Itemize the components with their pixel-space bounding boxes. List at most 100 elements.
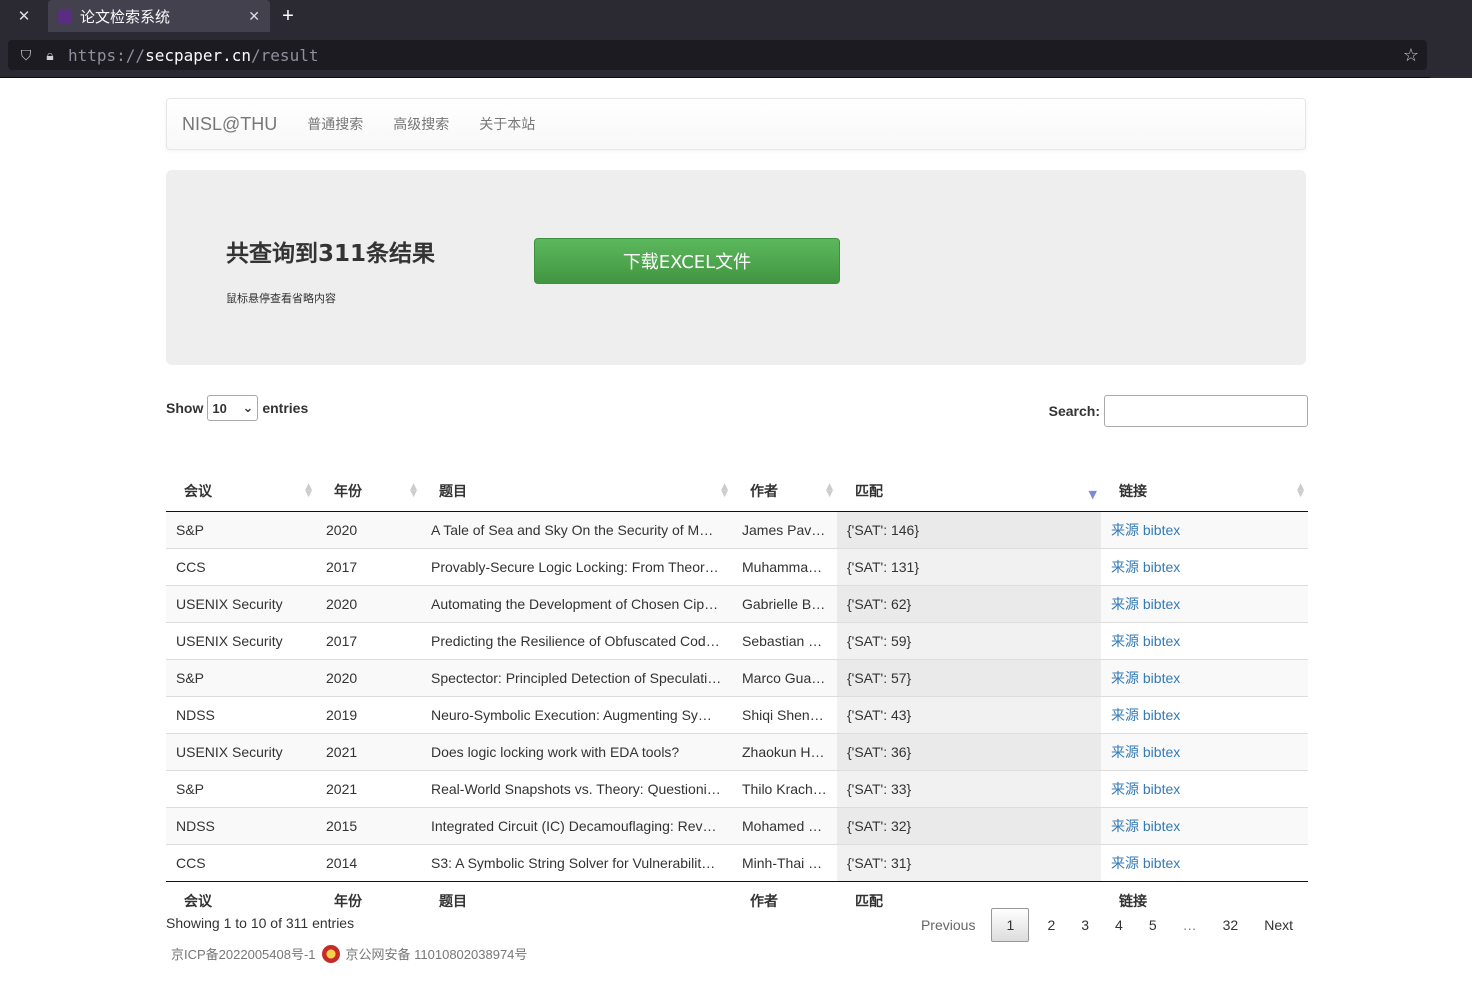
page-button-5[interactable]: 5: [1136, 917, 1170, 933]
cell-author: Muhamma…: [732, 547, 837, 585]
column-header-match[interactable]: 匹配 ▼: [837, 471, 1101, 512]
source-link[interactable]: 来源: [1111, 855, 1139, 871]
page-button-2[interactable]: 2: [1034, 917, 1068, 933]
cell-links: 来源 bibtex: [1101, 510, 1308, 548]
favicon-icon: [58, 9, 72, 23]
nav-link-about[interactable]: 关于本站: [479, 114, 535, 134]
shield-icon[interactable]: ⛉: [16, 47, 36, 64]
results-table: 会议 ▲ ▼ 年份 ▲ ▼ 题目 ▲ ▼ 作者 ▲ ▼ 匹配 ▼ 链接 ▲ ▼ S&P 2020 A Ta…: [166, 471, 1308, 921]
cell-match: {'SAT': 62}: [837, 584, 1101, 622]
next-button[interactable]: Next: [1251, 917, 1306, 933]
cell-match: {'SAT': 36}: [837, 732, 1101, 770]
bibtex-link[interactable]: bibtex: [1143, 670, 1180, 686]
bibtex-link[interactable]: bibtex: [1143, 522, 1180, 538]
cell-match: {'SAT': 57}: [837, 658, 1101, 696]
table-row: USENIX Security 2020 Automating the Develo…: [166, 584, 1308, 622]
browser-tabbar: ✕ 论文检索系统 ✕ +: [0, 0, 1472, 32]
source-link[interactable]: 来源: [1111, 559, 1139, 575]
new-tab-icon[interactable]: +: [270, 0, 306, 32]
previous-button[interactable]: Previous: [908, 917, 988, 933]
page-button-32[interactable]: 32: [1210, 917, 1252, 933]
cell-match: {'SAT': 32}: [837, 806, 1101, 844]
bookmark-star-icon[interactable]: ☆: [1403, 45, 1419, 66]
table-row: S&P 2021 Real-World Snapshots vs. Theory: …: [166, 769, 1308, 807]
table-row: NDSS 2019 Neuro-Symbolic Execution: Augmen…: [166, 695, 1308, 733]
page-button-4[interactable]: 4: [1102, 917, 1136, 933]
cell-match: {'SAT': 43}: [837, 695, 1101, 733]
source-link[interactable]: 来源: [1111, 781, 1139, 797]
sort-desc-icon: ▼: [1088, 488, 1097, 501]
bibtex-link[interactable]: bibtex: [1143, 633, 1180, 649]
cell-conference: USENIX Security: [166, 732, 316, 770]
cell-title: Does logic locking work with EDA tools?: [421, 732, 732, 770]
cell-conference: S&P: [166, 510, 316, 548]
column-header-link[interactable]: 链接 ▲ ▼: [1101, 471, 1308, 512]
table-row: USENIX Security 2021 Does logic locking wo…: [166, 732, 1308, 770]
cell-year: 2015: [316, 806, 421, 844]
column-header-title[interactable]: 题目 ▲ ▼: [421, 471, 732, 512]
page-button-3[interactable]: 3: [1068, 917, 1102, 933]
source-link[interactable]: 来源: [1111, 670, 1139, 686]
police-record-link[interactable]: 京公网安备 11010802038974号: [346, 944, 528, 963]
cell-year: 2019: [316, 695, 421, 733]
cell-conference: NDSS: [166, 806, 316, 844]
bibtex-link[interactable]: bibtex: [1143, 855, 1180, 871]
bibtex-link[interactable]: bibtex: [1143, 818, 1180, 834]
column-header-conference[interactable]: 会议 ▲ ▼: [166, 471, 316, 512]
page-button-1[interactable]: 1: [991, 908, 1030, 942]
source-link[interactable]: 来源: [1111, 818, 1139, 834]
column-header-author[interactable]: 作者 ▲ ▼: [732, 471, 837, 512]
lock-icon[interactable]: 🔒︎: [40, 47, 60, 64]
cell-conference: S&P: [166, 658, 316, 696]
cell-author: Zhaokun H…: [732, 732, 837, 770]
tab-close-icon[interactable]: ✕: [248, 8, 260, 25]
source-link[interactable]: 来源: [1111, 707, 1139, 723]
browser-tab[interactable]: 论文检索系统 ✕: [48, 0, 270, 32]
source-link[interactable]: 来源: [1111, 522, 1139, 538]
cell-match: {'SAT': 131}: [837, 547, 1101, 585]
close-icon[interactable]: ✕: [0, 0, 48, 32]
cell-links: 来源 bibtex: [1101, 769, 1308, 807]
download-excel-button[interactable]: 下载EXCEL文件: [534, 238, 840, 284]
nav-link-advanced-search[interactable]: 高级搜索: [393, 114, 449, 134]
cell-title: Real-World Snapshots vs. Theory: Questio…: [421, 769, 732, 807]
cell-conference: S&P: [166, 769, 316, 807]
cell-year: 2020: [316, 658, 421, 696]
site-footer: 京ICP备2022005408号-1 京公网安备 11010802038974号: [171, 944, 527, 963]
cell-links: 来源 bibtex: [1101, 584, 1308, 622]
cell-title: Automating the Development of Chosen Cip…: [421, 584, 732, 622]
source-link[interactable]: 来源: [1111, 744, 1139, 760]
address-bar[interactable]: ⛉ 🔒︎ https://secpaper.cn/result ☆: [8, 40, 1427, 70]
search-control: Search:: [1049, 395, 1308, 427]
cell-conference: CCS: [166, 547, 316, 585]
cell-title: Provably-Secure Logic Locking: From Theo…: [421, 547, 732, 585]
cell-year: 2020: [316, 510, 421, 548]
icp-link[interactable]: 京ICP备2022005408号-1: [171, 944, 316, 963]
nav-brand[interactable]: NISL@THU: [182, 114, 277, 135]
cell-year: 2014: [316, 843, 421, 881]
bibtex-link[interactable]: bibtex: [1143, 781, 1180, 797]
cell-links: 来源 bibtex: [1101, 843, 1308, 881]
bibtex-link[interactable]: bibtex: [1143, 596, 1180, 612]
cell-title: Spectector: Principled Detection of Spec…: [421, 658, 732, 696]
source-link[interactable]: 来源: [1111, 633, 1139, 649]
bibtex-link[interactable]: bibtex: [1143, 707, 1180, 723]
search-label: Search:: [1048, 403, 1100, 419]
cell-links: 来源 bibtex: [1101, 806, 1308, 844]
chevron-down-icon: ⌄: [242, 400, 254, 415]
url-text[interactable]: https://secpaper.cn/result: [68, 46, 1403, 65]
toolbar-edge: [1430, 32, 1472, 78]
search-input[interactable]: [1104, 395, 1308, 427]
tab-title: 论文检索系统: [80, 7, 171, 26]
cell-conference: CCS: [166, 843, 316, 881]
source-link[interactable]: 来源: [1111, 596, 1139, 612]
column-header-year[interactable]: 年份 ▲ ▼: [316, 471, 421, 512]
footer-header-author: 作者: [732, 880, 837, 921]
bibtex-link[interactable]: bibtex: [1143, 744, 1180, 760]
table-row: CCS 2017 Provably-Secure Logic Locking: Fr…: [166, 547, 1308, 585]
cell-author: Mohamed …: [732, 806, 837, 844]
nav-link-basic-search[interactable]: 普通搜索: [307, 114, 363, 134]
bibtex-link[interactable]: bibtex: [1143, 559, 1180, 575]
page-size-select[interactable]: 10 ⌄: [207, 395, 259, 421]
cell-conference: NDSS: [166, 695, 316, 733]
